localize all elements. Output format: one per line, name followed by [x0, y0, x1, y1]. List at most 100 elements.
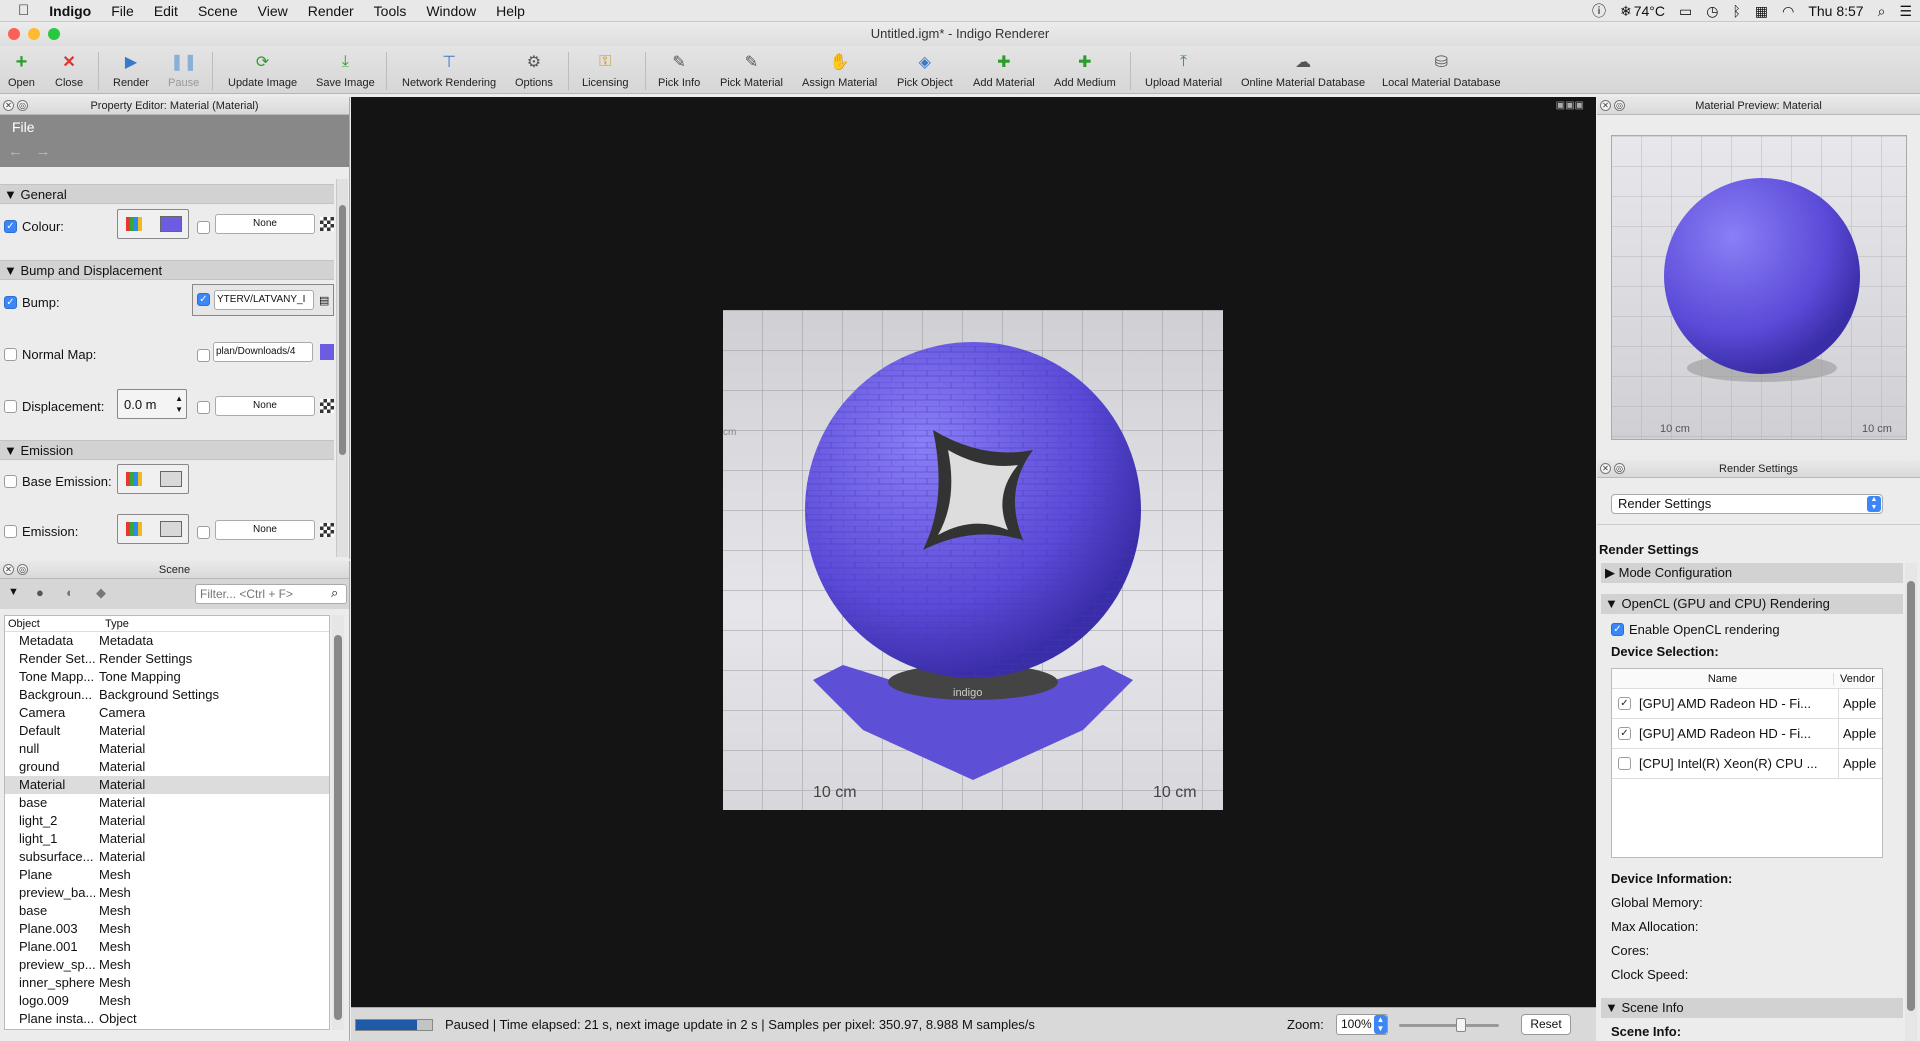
local-material-database-button[interactable]: ⛁ Local Material Database — [1382, 48, 1501, 92]
device-checkbox[interactable]: ✓ — [1618, 697, 1631, 710]
scene-row[interactable]: logo.009 Mesh — [5, 992, 329, 1010]
displacement-checkbox[interactable] — [4, 400, 17, 413]
online-material-database-button[interactable]: ☁ Online Material Database — [1241, 48, 1365, 92]
device-row[interactable]: [CPU] Intel(R) Xeon(R) CPU ... Apple — [1612, 748, 1882, 779]
scene-info-section[interactable]: ▼ Scene Info — [1601, 998, 1903, 1018]
scene-row[interactable]: Plane Mesh — [5, 866, 329, 884]
render-button[interactable]: ▶ Render — [113, 48, 149, 92]
property-scrollbar-thumb[interactable] — [339, 205, 346, 455]
close-button[interactable]: ✕ Close — [55, 48, 83, 92]
scene-row[interactable]: preview_sp... Mesh — [5, 956, 329, 974]
scene-row[interactable]: Render Set... Render Settings — [5, 650, 329, 668]
scene-row[interactable]: light_1 Material — [5, 830, 329, 848]
wifi-icon[interactable]: ◠ — [1782, 3, 1794, 20]
window-zoom-icon[interactable] — [48, 28, 60, 40]
colour-texture-dropdown[interactable]: None — [215, 214, 315, 234]
scene-scrollbar[interactable] — [332, 615, 344, 1030]
network-rendering-button[interactable]: ⊤ Network Rendering — [402, 48, 496, 92]
zoom-slider-handle[interactable] — [1456, 1018, 1466, 1032]
texture-icon[interactable]: ▤ — [319, 294, 329, 307]
device-row[interactable]: ✓ [GPU] AMD Radeon HD - Fi... Apple — [1612, 718, 1882, 749]
scene-row[interactable]: inner_sphere Mesh — [5, 974, 329, 992]
panel-float-icon[interactable]: ◎ — [1614, 100, 1625, 111]
displacement-stepper[interactable]: 0.0 m ▲ ▼ — [117, 389, 187, 419]
menu-tools[interactable]: Tools — [364, 0, 417, 22]
menu-file[interactable]: File — [101, 0, 144, 22]
opencl-section[interactable]: ▼ OpenCL (GPU and CPU) Rendering — [1601, 594, 1903, 614]
checker-icon[interactable] — [320, 217, 334, 231]
column-object[interactable]: Object — [5, 616, 105, 631]
normal-path-dropdown[interactable]: plan/Downloads/4 — [213, 342, 313, 362]
reset-zoom-button[interactable]: Reset — [1521, 1014, 1571, 1035]
options-button[interactable]: ⚙ Options — [515, 48, 553, 92]
search-icon[interactable]: ⌕ — [331, 585, 338, 601]
temperature-readout[interactable]: 74°C — [1634, 3, 1665, 19]
stepper-arrows-icon[interactable]: ▲ ▼ — [175, 393, 183, 415]
bump-path-dropdown[interactable]: YTERV/LATVANY_I — [214, 290, 314, 310]
bump-checkbox[interactable]: ✓ — [4, 296, 17, 309]
displacement-texture-dropdown[interactable]: None — [215, 396, 315, 416]
temperature-icon[interactable]: ❄ — [1620, 3, 1632, 20]
panel-close-icon[interactable]: ✕ — [3, 564, 14, 575]
scene-row[interactable]: Default Material — [5, 722, 329, 740]
window-minimize-icon[interactable] — [28, 28, 40, 40]
section-emission[interactable]: ▼ Emission — [0, 440, 334, 460]
render-settings-dropdown[interactable]: Render Settings ▲ ▼ — [1611, 494, 1883, 514]
notification-center-icon[interactable]: ☰ — [1899, 3, 1912, 20]
scene-row[interactable]: Tone Mapp... Tone Mapping — [5, 668, 329, 686]
assign-material-button[interactable]: ✋ Assign Material — [802, 48, 877, 92]
scene-row[interactable]: subsurface... Material — [5, 848, 329, 866]
file-menu[interactable]: File — [12, 119, 35, 135]
panel-close-icon[interactable]: ✕ — [1600, 463, 1611, 474]
back-arrow-icon[interactable]: ← — [8, 143, 23, 160]
window-close-icon[interactable] — [8, 28, 20, 40]
material-icon[interactable]: ◐ — [66, 585, 74, 600]
light-icon[interactable]: ● — [36, 585, 44, 600]
scene-row[interactable]: Plane insta... Object — [5, 1010, 329, 1028]
menu-scene[interactable]: Scene — [188, 0, 248, 22]
section-general[interactable]: ▼ General — [0, 184, 334, 204]
update-image-button[interactable]: ⟳ Update Image — [228, 48, 297, 92]
material-preview-image[interactable]: 10 cm 10 cm — [1611, 135, 1907, 440]
dropdown-arrows-icon[interactable]: ▲ ▼ — [1867, 496, 1881, 512]
scene-row[interactable]: Metadata Metadata — [5, 632, 329, 650]
checker-icon[interactable] — [320, 523, 334, 537]
scene-row[interactable]: Plane.001 Mesh — [5, 938, 329, 956]
panel-close-icon[interactable]: ✕ — [1600, 100, 1611, 111]
section-bump[interactable]: ▼ Bump and Displacement — [0, 260, 334, 280]
open-button[interactable]: + Open — [8, 48, 35, 92]
emission-picker[interactable] — [117, 514, 189, 544]
panel-float-icon[interactable]: ◎ — [17, 564, 28, 575]
time-machine-icon[interactable]: ◷ — [1706, 3, 1718, 20]
forward-arrow-icon[interactable]: → — [36, 143, 51, 160]
scene-scrollbar-thumb[interactable] — [334, 635, 342, 1020]
colour-texture-checkbox[interactable] — [197, 221, 210, 234]
render-settings-scrollbar[interactable] — [1905, 563, 1917, 1041]
bump-texture-checkbox[interactable]: ✓ — [197, 293, 210, 306]
base-emission-picker[interactable] — [117, 464, 189, 494]
normal-texture-checkbox[interactable] — [197, 349, 210, 362]
normal-swatch[interactable] — [320, 344, 334, 360]
column-name[interactable]: Name — [1612, 672, 1834, 685]
upload-material-button[interactable]: ⤒ Upload Material — [1145, 48, 1222, 92]
scene-row[interactable]: ground Material — [5, 758, 329, 776]
property-scrollbar[interactable] — [336, 179, 348, 557]
emission-checkbox[interactable] — [4, 525, 17, 538]
zoom-stepper-icon[interactable]: ▲ ▼ — [1374, 1015, 1387, 1034]
viewport-panel-buttons-icon[interactable]: ▣▣▣ — [1556, 100, 1584, 111]
normal-map-checkbox[interactable] — [4, 348, 17, 361]
save-image-button[interactable]: ⤓ Save Image — [316, 48, 375, 92]
scene-row[interactable]: null Material — [5, 740, 329, 758]
panel-float-icon[interactable]: ◎ — [1614, 463, 1625, 474]
menu-edit[interactable]: Edit — [144, 0, 188, 22]
mode-configuration-section[interactable]: ▶ Mode Configuration — [1601, 563, 1903, 583]
panel-float-icon[interactable]: ◎ — [17, 100, 28, 111]
checker-icon[interactable] — [320, 399, 334, 413]
device-checkbox[interactable] — [1618, 757, 1631, 770]
panel-close-icon[interactable]: ✕ — [3, 100, 14, 111]
scene-row[interactable]: base Material — [5, 794, 329, 812]
device-row[interactable]: ✓ [GPU] AMD Radeon HD - Fi... Apple — [1612, 688, 1882, 719]
spotlight-icon[interactable]: ⌕ — [1878, 3, 1886, 20]
displacement-texture-checkbox[interactable] — [197, 401, 210, 414]
scene-row[interactable]: Backgroun... Background Settings — [5, 686, 329, 704]
